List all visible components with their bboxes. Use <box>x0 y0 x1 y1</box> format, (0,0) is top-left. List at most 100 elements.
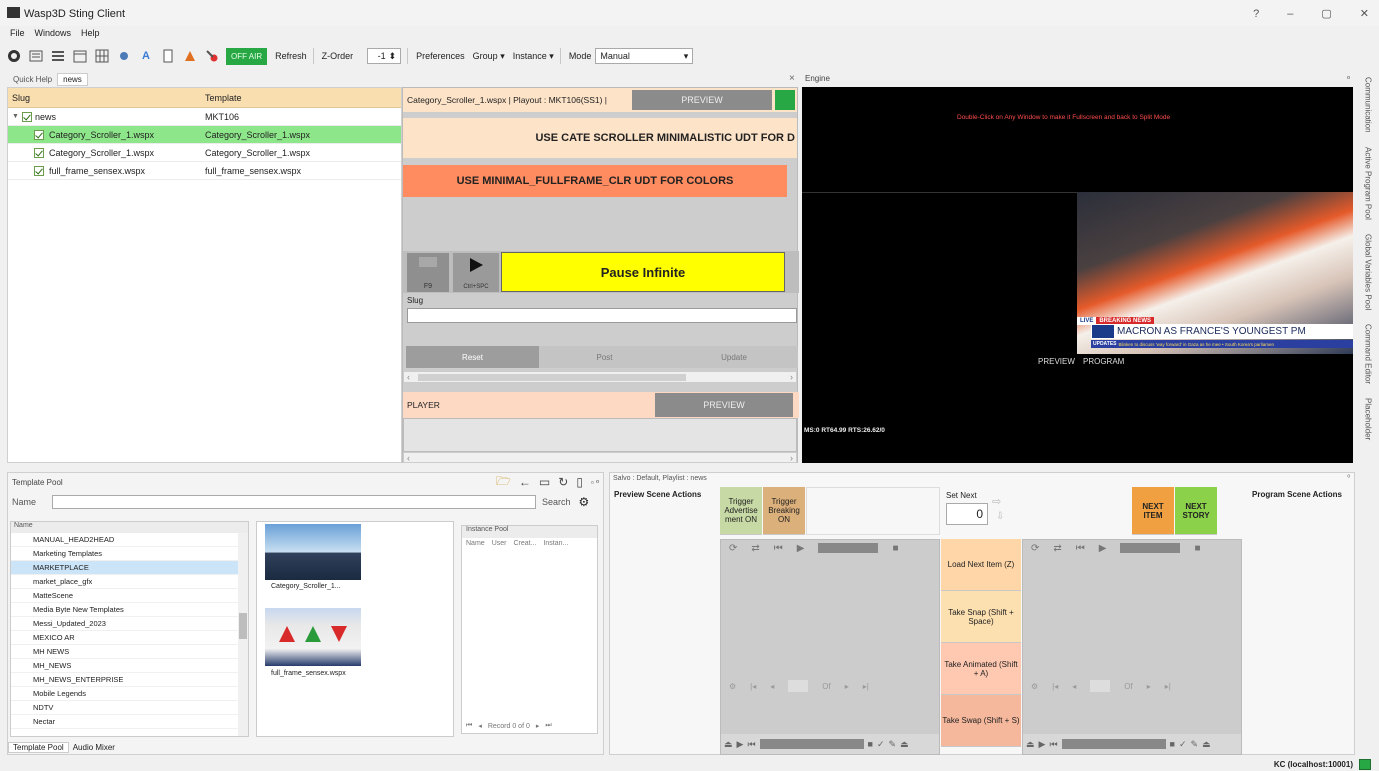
prev-record-icon[interactable]: ◂ <box>478 722 482 730</box>
checkbox[interactable] <box>34 147 44 158</box>
zorder-stepper[interactable]: -1 ⬍ <box>367 48 402 64</box>
checkbox[interactable] <box>34 129 44 140</box>
tree-item[interactable]: MatteScene <box>11 589 248 603</box>
check-icon[interactable]: ✓ <box>1179 739 1187 750</box>
skip-back-icon[interactable]: ⏮ <box>1076 543 1085 554</box>
text-icon[interactable]: A <box>138 48 154 64</box>
page-input[interactable] <box>1090 680 1111 692</box>
skip-back-icon[interactable]: ⏮ <box>774 543 783 554</box>
horizontal-scrollbar[interactable]: ‹ › <box>403 371 797 383</box>
take-snap-button[interactable]: Take Snap (Shift + Space) <box>941 591 1021 643</box>
checkbox[interactable] <box>34 165 44 176</box>
scroll-left-icon[interactable]: ‹ <box>407 453 410 463</box>
next-record-icon[interactable]: ▸ <box>536 722 540 730</box>
menu-help[interactable]: Help <box>81 28 100 38</box>
arrow-down-icon[interactable]: ⇩ <box>996 511 1004 522</box>
trigger-breaking-button[interactable]: Trigger Breaking ON <box>763 487 805 535</box>
stop-icon[interactable]: ■ <box>868 739 873 749</box>
refresh-icon[interactable]: ↻ <box>558 475 568 489</box>
take-animated-button[interactable]: Take Animated (Shift + A) <box>941 643 1021 695</box>
tree-item[interactable]: MH NEWS <box>11 645 248 659</box>
play-icon[interactable]: ▶ <box>1039 739 1046 750</box>
tab-quick-help[interactable]: Quick Help <box>8 74 57 85</box>
menu-windows[interactable]: Windows <box>35 28 72 38</box>
tree-item[interactable]: Mobile Legends <box>11 687 248 701</box>
document-icon[interactable] <box>160 48 176 64</box>
prev-page-icon[interactable]: ◂ <box>1072 682 1076 691</box>
mode-select[interactable]: Manual ▾ <box>595 48 694 64</box>
play-button[interactable]: Ctrl+SPC <box>453 253 499 292</box>
puzzle-icon[interactable] <box>116 48 132 64</box>
preferences-button[interactable]: Preferences <box>416 51 465 61</box>
take-swap-button[interactable]: Take Swap (Shift + S) <box>941 695 1021 747</box>
program-view[interactable]: LIVE BREAKING NEWS MACRON AS FRANCE'S YO… <box>1077 192 1353 354</box>
load-next-item-button[interactable]: Load Next Item (Z) <box>941 539 1021 591</box>
reset-button[interactable]: Reset <box>406 346 539 368</box>
tree-item[interactable]: MARKETPLACE <box>11 561 248 575</box>
set-next-input[interactable]: 0 <box>946 503 988 525</box>
column-instance[interactable]: Instan... <box>543 540 568 547</box>
tree-item[interactable]: Media Byte New Templates <box>11 603 248 617</box>
eject-icon[interactable]: ⏏ <box>900 739 909 750</box>
loop-icon[interactable]: ⇄ <box>751 543 759 554</box>
checkbox[interactable] <box>21 111 32 122</box>
column-created[interactable]: Creat... <box>513 540 536 547</box>
minimize-button[interactable]: – <box>1287 8 1293 20</box>
eject-icon[interactable]: ⏏ <box>1202 739 1211 750</box>
loop-icon[interactable]: ⇄ <box>1053 543 1061 554</box>
last-page-icon[interactable]: ▸| <box>863 682 869 691</box>
tree-item[interactable]: MEXICO AR <box>11 631 248 645</box>
column-name[interactable]: Name <box>466 540 485 547</box>
side-tab-command-editor[interactable]: Command Editor <box>1364 324 1373 384</box>
side-tab-global-variables-pool[interactable]: Global Variables Pool <box>1364 234 1373 310</box>
tree-item[interactable]: Messi_Updated_2023 <box>11 617 248 631</box>
tools-icon[interactable] <box>204 48 220 64</box>
grid-icon[interactable] <box>94 48 110 64</box>
tree-item[interactable]: MANUAL_HEAD2HEAD <box>11 533 248 547</box>
group-dropdown[interactable]: Group ▾ <box>473 51 505 62</box>
cue-icon[interactable]: ⟳ <box>729 543 737 554</box>
settings-icon[interactable]: ⚙ <box>579 495 590 509</box>
cue-icon[interactable]: ⟳ <box>1031 543 1039 554</box>
column-user[interactable]: User <box>492 540 507 547</box>
stop-icon[interactable]: ■ <box>1194 543 1200 554</box>
footer-progress[interactable] <box>1061 739 1166 749</box>
calendar-icon[interactable] <box>72 48 88 64</box>
arrow-right-icon[interactable]: ⇨ <box>992 495 1001 508</box>
horizontal-scrollbar[interactable]: ‹ › <box>403 452 797 463</box>
slug-input[interactable] <box>407 308 797 323</box>
page-input[interactable] <box>788 680 809 692</box>
tab-template-pool[interactable]: Template Pool <box>8 741 69 753</box>
column-template[interactable]: Template <box>205 93 242 103</box>
side-tab-placeholder[interactable]: Placeholder <box>1364 398 1373 440</box>
close-button[interactable]: ✕ <box>1360 7 1369 20</box>
next-story-button[interactable]: NEXT STORY <box>1175 487 1217 535</box>
list-icon[interactable] <box>28 48 44 64</box>
scroll-thumb[interactable] <box>418 373 686 381</box>
stop-icon[interactable]: ■ <box>1170 739 1175 749</box>
next-page-icon[interactable]: ▸ <box>845 682 849 691</box>
menu-file[interactable]: File <box>10 28 25 38</box>
prev-page-icon[interactable]: ◂ <box>770 682 774 691</box>
column-slug[interactable]: Slug <box>8 93 205 103</box>
back-icon[interactable]: ← <box>519 475 531 489</box>
pin-icon[interactable]: ᵒ <box>1347 474 1350 481</box>
first-page-icon[interactable]: |◂ <box>750 682 756 691</box>
tab-audio-mixer[interactable]: Audio Mixer <box>69 743 119 752</box>
close-tab-icon[interactable]: × <box>789 73 795 84</box>
tab-news[interactable]: news <box>57 72 88 86</box>
play-icon[interactable]: ▶ <box>797 543 805 554</box>
restore-button[interactable]: ▢ <box>1321 7 1331 20</box>
scroll-right-icon[interactable]: › <box>790 453 793 463</box>
f9-button[interactable]: F9 <box>407 253 449 292</box>
thumbnail-category-scroller[interactable] <box>265 524 361 580</box>
search-button[interactable]: Search <box>542 497 571 507</box>
refresh-button[interactable]: Refresh <box>275 51 307 61</box>
eject-icon[interactable]: ⏏ <box>724 739 733 750</box>
name-input[interactable] <box>52 495 536 509</box>
play-icon[interactable]: ▶ <box>737 739 744 750</box>
playlist-row[interactable]: Category_Scroller_1.wspx Category_Scroll… <box>8 126 401 144</box>
tree-item[interactable]: MH_NEWS <box>11 659 248 673</box>
settings-icon[interactable] <box>6 48 22 64</box>
player-preview-button[interactable]: PREVIEW <box>655 393 793 417</box>
